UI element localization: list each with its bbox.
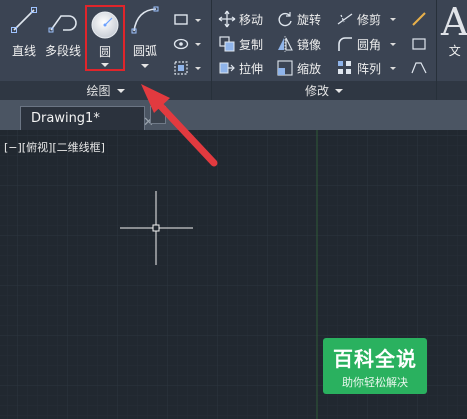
array-label: 阵列	[357, 61, 382, 76]
mirror-icon	[278, 36, 293, 52]
circle-dropdown-caret[interactable]	[101, 63, 109, 67]
modify-panel-title[interactable]: 修改	[212, 81, 436, 100]
scale-tool[interactable]: 缩放	[276, 58, 321, 78]
move-tool[interactable]: 移动	[218, 9, 263, 29]
region-tool[interactable]	[172, 58, 201, 78]
ribbon: 直线 多段线 圆 圆弧 移动 旋转 修剪 复制 镜像 圆角 拉伸 缩放 阵列 A…	[0, 0, 467, 100]
region-dropdown-caret[interactable]	[195, 66, 201, 70]
copy-label: 复制	[239, 37, 264, 52]
rotate-tool[interactable]: 旋转	[276, 9, 321, 29]
draw-panel-title-text: 绘图	[86, 84, 111, 98]
scale-label: 缩放	[297, 61, 322, 76]
trim-label: 修剪	[357, 12, 382, 27]
rectangle-icon	[174, 14, 188, 25]
file-tab-bar: Drawing1* ✕	[0, 100, 467, 130]
trim-tool[interactable]: 修剪	[336, 9, 397, 29]
explode-icon	[412, 38, 426, 50]
circle-tool-label: 圆	[98, 45, 111, 59]
arc-tool-label: 圆弧	[132, 44, 157, 58]
text-tool[interactable]: A 文	[441, 2, 467, 59]
fillet-label: 圆角	[357, 37, 382, 52]
copy-tool[interactable]: 复制	[218, 34, 263, 54]
stretch-icon	[219, 62, 235, 74]
rectangle-tool[interactable]	[172, 10, 201, 30]
copy-icon	[219, 36, 235, 52]
rotate-label: 旋转	[297, 12, 322, 27]
move-label: 移动	[239, 12, 264, 27]
draw-panel-title[interactable]: 绘图	[0, 81, 211, 100]
hatch-dropdown-caret[interactable]	[195, 42, 201, 46]
line-tool-label: 直线	[11, 44, 36, 58]
circle-tool[interactable]: 圆	[85, 5, 125, 71]
arc-tool[interactable]: 圆弧	[129, 4, 161, 68]
watermark-logo: 百科全说 助你轻松解决	[323, 338, 427, 394]
mirror-tool[interactable]: 镜像	[276, 34, 321, 54]
polyline-tool[interactable]: 多段线	[45, 4, 81, 59]
modify-panel-title-text: 修改	[304, 84, 329, 98]
trim-icon	[337, 13, 353, 25]
trim-dropdown-caret[interactable]	[390, 17, 397, 21]
offset-tool[interactable]	[410, 58, 428, 78]
watermark-title: 百科全说	[333, 346, 417, 371]
new-tab-button[interactable]	[150, 106, 166, 124]
stretch-tool[interactable]: 拉伸	[218, 58, 263, 78]
array-tool[interactable]: 阵列	[336, 58, 397, 78]
region-icon	[174, 61, 188, 75]
move-icon	[218, 10, 236, 28]
polyline-icon	[48, 15, 77, 33]
scale-icon	[277, 60, 293, 76]
watermark-subtitle: 助你轻松解决	[342, 375, 408, 389]
tab-label: Drawing1*	[31, 111, 100, 126]
offset-icon	[411, 62, 427, 74]
arc-dropdown-caret[interactable]	[141, 64, 149, 68]
chevron-down-icon	[116, 88, 125, 93]
line-icon	[11, 7, 37, 33]
erase-tool[interactable]	[410, 9, 428, 29]
line-tool[interactable]: 直线	[8, 4, 40, 59]
array-dropdown-caret[interactable]	[390, 66, 397, 70]
arc-icon	[131, 6, 159, 34]
tab-drawing1[interactable]: Drawing1* ✕	[20, 106, 154, 130]
polyline-tool-label: 多段线	[45, 44, 82, 58]
hatch-tool[interactable]	[172, 34, 201, 54]
stretch-label: 拉伸	[239, 61, 264, 76]
text-tool-label: 文	[448, 44, 461, 58]
mirror-label: 镜像	[297, 37, 322, 52]
crosshair-cursor	[120, 191, 193, 265]
annotation-panel-title[interactable]	[437, 81, 467, 100]
circle-icon	[91, 11, 119, 39]
fillet-dropdown-caret[interactable]	[390, 42, 397, 46]
rotate-icon	[278, 12, 292, 27]
hatch-icon	[173, 38, 189, 50]
text-icon: A	[441, 0, 467, 44]
chevron-down-icon	[335, 88, 343, 93]
rectangle-dropdown-caret[interactable]	[195, 18, 201, 22]
erase-icon	[412, 12, 426, 26]
fillet-tool[interactable]: 圆角	[336, 34, 397, 54]
explode-tool[interactable]	[410, 34, 428, 54]
array-icon	[338, 61, 351, 74]
viewport-controls-label[interactable]: [−][俯视][二维线框]	[4, 139, 105, 155]
fillet-icon	[338, 37, 352, 51]
